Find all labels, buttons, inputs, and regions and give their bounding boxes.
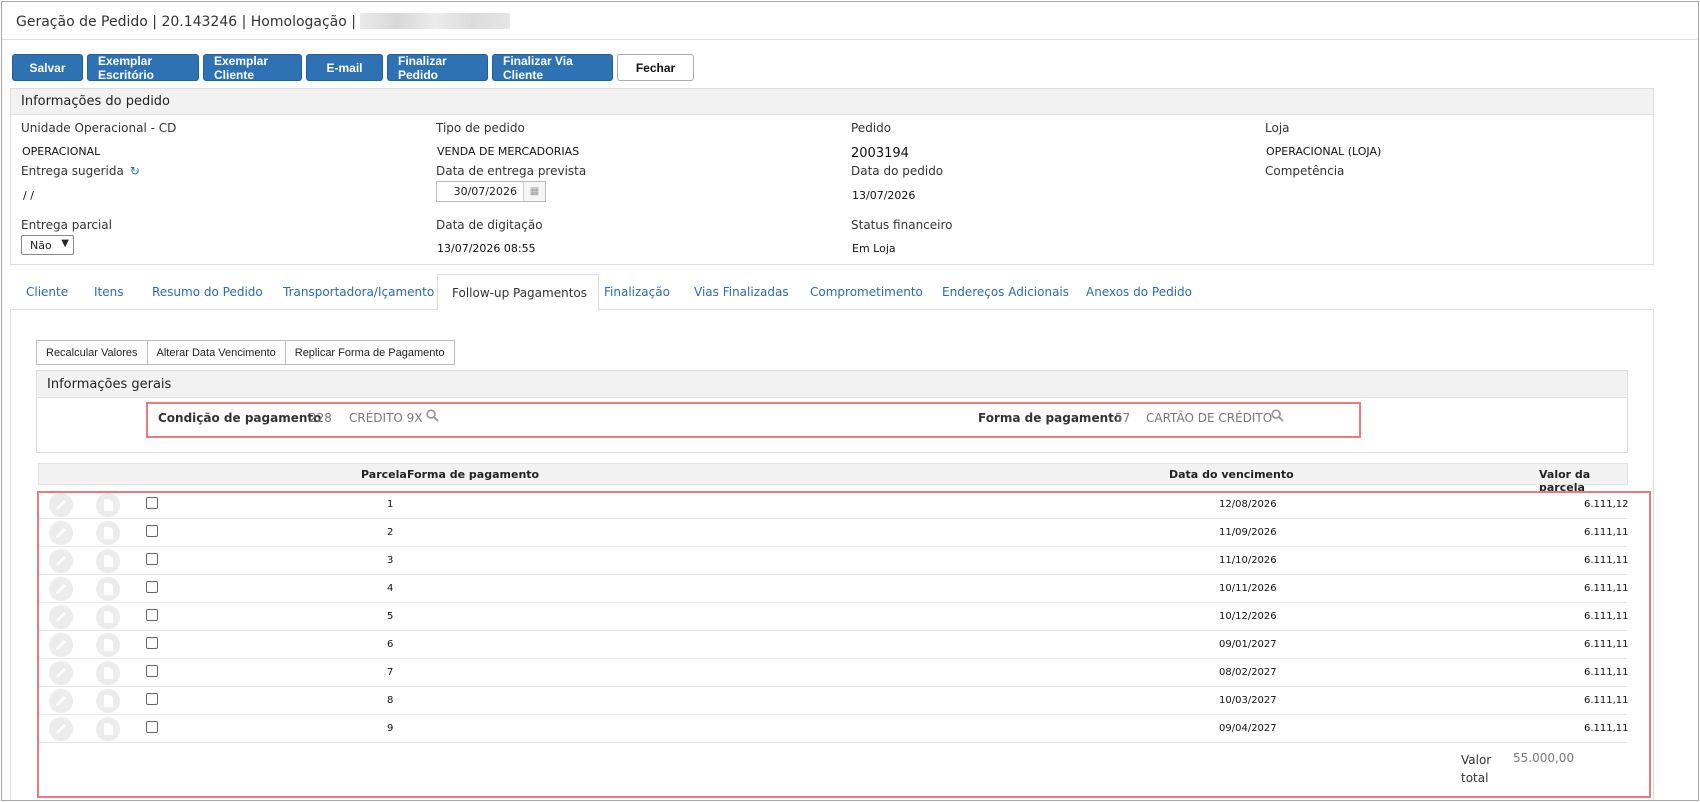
data-pedido-label: Data do pedido (851, 164, 944, 178)
installments-grid-header: Parcela Forma de pagamento Data do venci… (38, 463, 1628, 494)
order-info-header: Informações do pedido (11, 89, 1653, 115)
recalcular-valores-button[interactable]: Recalcular Valores (36, 340, 148, 365)
replicar-forma-pagamento-button[interactable]: Replicar Forma de Pagamento (284, 340, 455, 365)
window-title-bar: Geração de Pedido | 20.143246 | Homologa… (2, 2, 1698, 40)
loja-value: OPERACIONAL (LOJA) (1266, 145, 1382, 158)
window-title: Geração de Pedido | 20.143246 | Homologa… (16, 14, 356, 30)
data-digitacao-label: Data de digitação (436, 218, 543, 232)
exemplar-escritorio-button[interactable]: Exemplar Escritório (87, 54, 199, 82)
valor-total-label: Valor total (1461, 753, 1492, 785)
condicao-pagamento-code: 228 (309, 411, 332, 425)
installments-highlight (37, 491, 1651, 798)
unidade-value: OPERACIONAL (22, 145, 101, 158)
entrega-parcial-select[interactable]: Não ▼ (21, 235, 74, 255)
competencia-label: Competência (1265, 164, 1345, 178)
col-parcela: Parcela (361, 468, 407, 481)
search-icon[interactable] (1271, 409, 1284, 422)
col-forma-pagamento: Forma de pagamento (407, 468, 540, 481)
main-toolbar: Salvar Exemplar Escritório Exemplar Clie… (12, 54, 694, 82)
entrega-sugerida-value: / / (23, 189, 34, 202)
pedido-label: Pedido (851, 121, 892, 135)
tab-comprometimento[interactable]: Comprometimento (810, 274, 923, 310)
data-pedido-value: 13/07/2026 (852, 189, 916, 202)
order-info-panel: Informações do pedido (10, 88, 1654, 265)
chevron-down-icon: ▼ (61, 238, 69, 249)
finalizar-via-cliente-button[interactable]: Finalizar Via Cliente (492, 54, 613, 82)
entrega-parcial-label: Entrega parcial (21, 218, 112, 232)
email-button[interactable]: E-mail (306, 54, 383, 81)
fechar-button[interactable]: Fechar (617, 54, 694, 81)
tab-follow-up-pagamentos[interactable]: Follow-up Pagamentos (437, 274, 599, 311)
unidade-label: Unidade Operacional - CD (21, 121, 177, 135)
tab-resumo-do-pedido[interactable]: Resumo do Pedido (152, 274, 263, 310)
tab-enderecos-adicionais[interactable]: Endereços Adicionais (942, 274, 1069, 310)
data-entrega-input[interactable]: 30/07/2026 ▦ (436, 181, 546, 202)
valor-total-value: 55.000,00 (1513, 751, 1575, 765)
tab-cliente[interactable]: Cliente (26, 274, 68, 310)
exemplar-cliente-button[interactable]: Exemplar Cliente (203, 54, 302, 82)
redacted-user-name (360, 13, 511, 29)
search-icon[interactable] (426, 409, 439, 422)
tab-anexos-do-pedido[interactable]: Anexos do Pedido (1086, 274, 1192, 310)
data-digitacao-value: 13/07/2026 08:55 (437, 242, 536, 255)
tab-vias-finalizadas[interactable]: Vias Finalizadas (694, 274, 789, 310)
forma-pagamento-code: 57 (1115, 411, 1131, 425)
payments-toolbar: Recalcular Valores Alterar Data Vencimen… (36, 340, 455, 365)
refresh-icon[interactable]: ↻ (130, 164, 140, 178)
data-entrega-value: 30/07/2026 (453, 185, 517, 198)
calendar-icon[interactable]: ▦ (523, 182, 545, 201)
pedido-value: 2003194 (851, 146, 909, 161)
condicao-pagamento-label: Condição de pagamento (158, 411, 322, 425)
data-entrega-label: Data de entrega prevista (436, 164, 587, 178)
tipo-value: VENDA DE MERCADORIAS (437, 145, 580, 158)
salvar-button[interactable]: Salvar (12, 54, 83, 81)
informacoes-gerais-header: Informações gerais (37, 371, 1627, 398)
loja-label: Loja (1265, 121, 1290, 135)
alterar-data-vencimento-button[interactable]: Alterar Data Vencimento (146, 340, 286, 365)
entrega-sugerida-label: Entrega sugerida ↻ (21, 164, 140, 178)
tab-bar: Cliente Itens Resumo do Pedido Transport… (10, 274, 1654, 311)
tab-itens[interactable]: Itens (94, 274, 123, 310)
finalizar-pedido-button[interactable]: Finalizar Pedido (387, 54, 488, 82)
tipo-label: Tipo de pedido (436, 121, 525, 135)
tab-transportadora[interactable]: Transportadora/Içamento (283, 274, 434, 310)
col-data-vencimento: Data do vencimento (1169, 468, 1294, 481)
status-label: Status financeiro (851, 218, 953, 232)
forma-pagamento-desc: CARTÃO DE CRÉDITO (1146, 411, 1273, 425)
condicao-pagamento-desc: CRÉDITO 9X (349, 411, 423, 425)
tab-finalizacao[interactable]: Finalização (604, 274, 670, 310)
status-value: Em Loja (852, 242, 896, 255)
entrega-parcial-value: Não (30, 238, 52, 252)
entrega-sugerida-text: Entrega sugerida (21, 164, 124, 178)
forma-pagamento-label: Forma de pagamento (978, 411, 1123, 425)
